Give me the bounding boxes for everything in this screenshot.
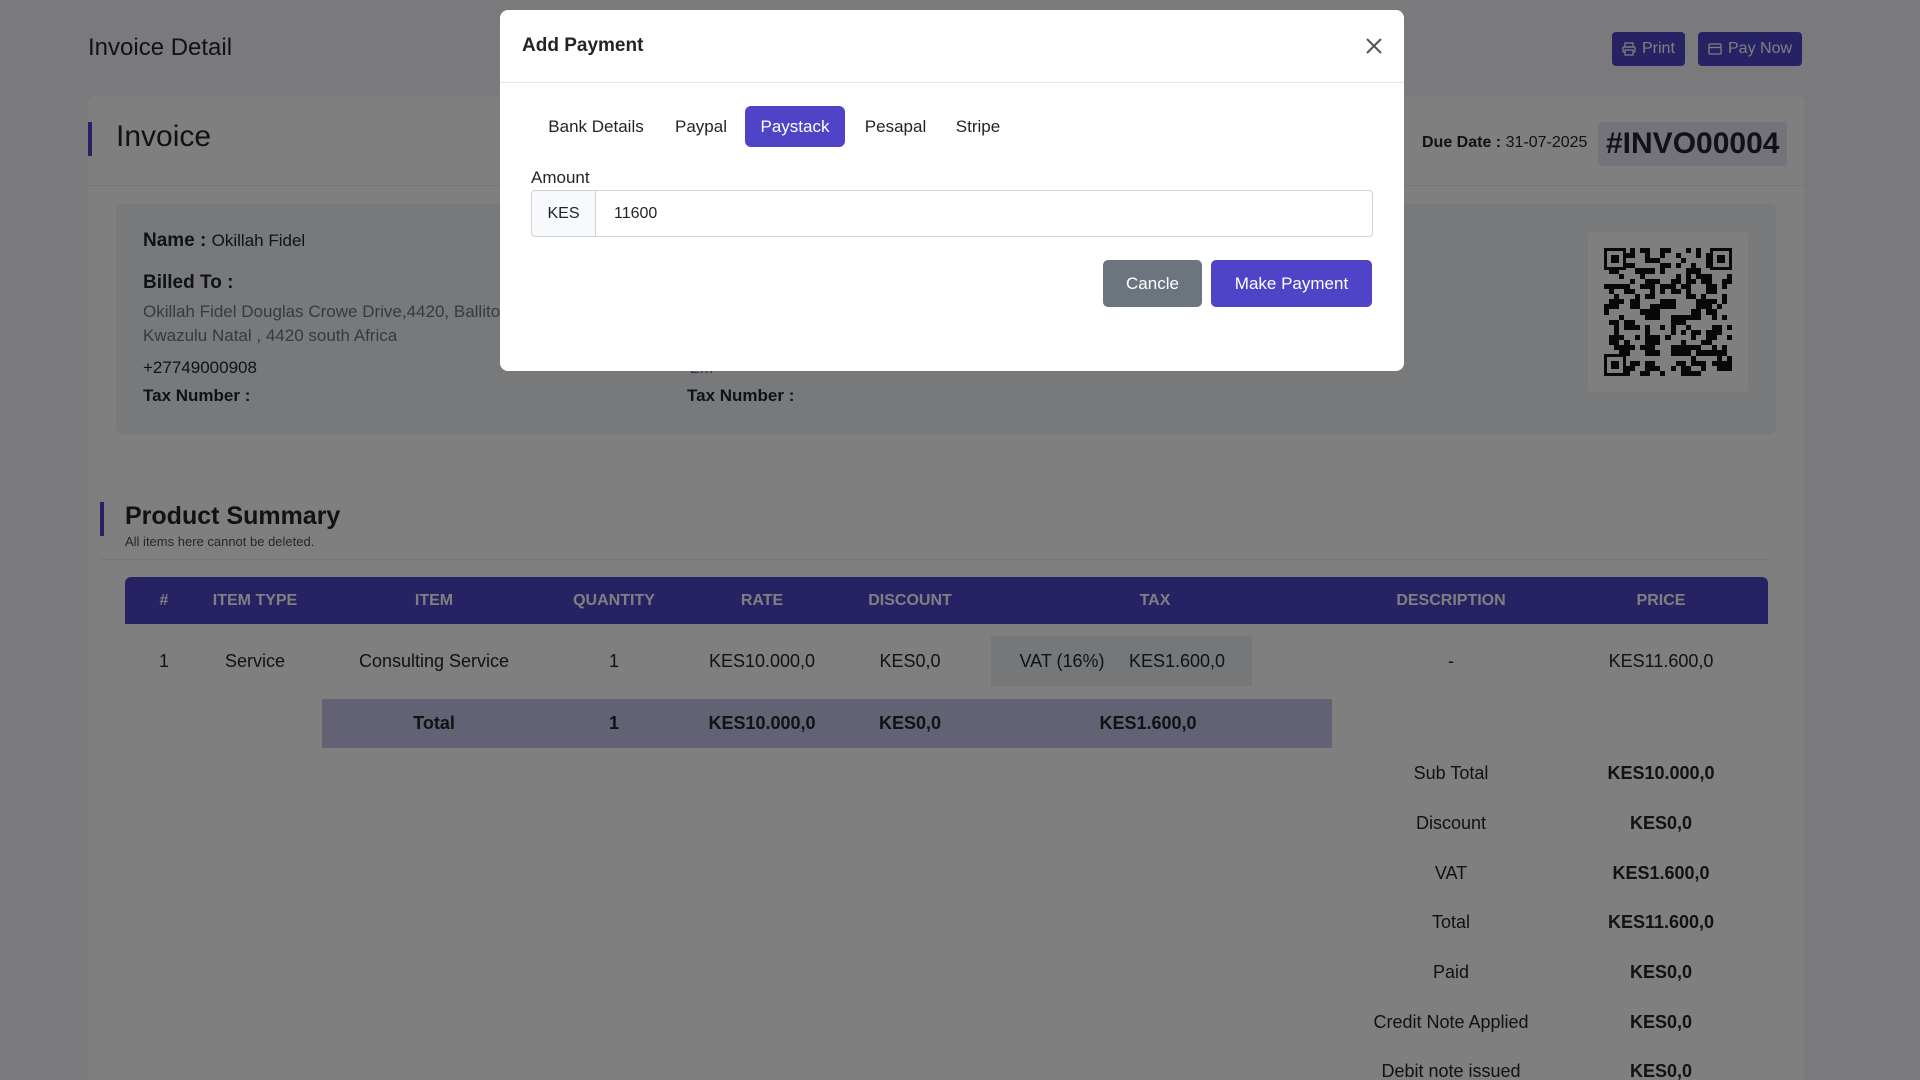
close-icon [1366, 38, 1382, 54]
tab-bank-details[interactable]: Bank Details [537, 106, 655, 147]
modal-title: Add Payment [522, 35, 644, 56]
modal-header: Add Payment [500, 10, 1404, 83]
make-payment-button[interactable]: Make Payment [1211, 260, 1372, 307]
close-button[interactable] [1362, 34, 1386, 58]
add-payment-modal: Add Payment Bank Details Paypal Paystack… [500, 10, 1404, 371]
tab-stripe[interactable]: Stripe [946, 106, 1010, 147]
cancel-button[interactable]: Cancle [1103, 260, 1202, 307]
amount-input[interactable] [595, 190, 1373, 237]
tab-paystack[interactable]: Paystack [745, 106, 845, 147]
tab-paypal[interactable]: Paypal [665, 106, 737, 147]
amount-label: Amount [531, 168, 590, 187]
tab-pesapal[interactable]: Pesapal [854, 106, 937, 147]
currency-addon: KES [531, 190, 596, 237]
